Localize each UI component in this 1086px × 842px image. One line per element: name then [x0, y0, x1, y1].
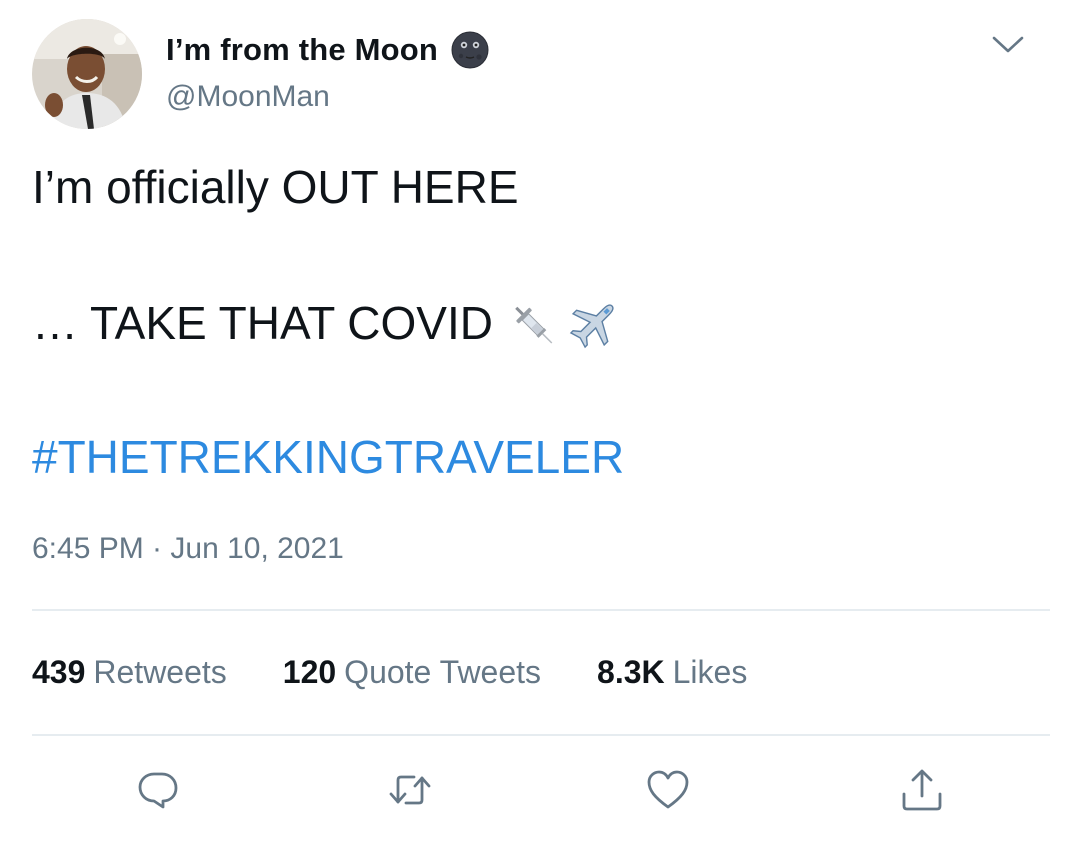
display-name[interactable]: I’m from the Moon: [166, 32, 438, 68]
tweet-detail: I’m from the Moon @MoonMan I’m officiall…: [0, 0, 1086, 842]
like-icon[interactable]: [644, 766, 692, 814]
author-name-row[interactable]: I’m from the Moon: [166, 28, 490, 72]
tweet-text-line-2-text: … TAKE THAT COVID: [32, 297, 493, 349]
likes-stat[interactable]: 8.3K Likes: [597, 654, 747, 691]
likes-count: 8.3K: [597, 654, 665, 690]
retweets-count: 439: [32, 654, 86, 690]
quotes-count: 120: [282, 654, 337, 690]
retweet-icon[interactable]: [386, 766, 434, 814]
quote-tweets-stat[interactable]: 120 Quote Tweets: [283, 654, 541, 691]
tweet-text-line-2: … TAKE THAT COVID: [32, 295, 623, 351]
chevron-down-icon[interactable]: [988, 30, 1028, 60]
quotes-label: Quote Tweets: [344, 654, 542, 690]
divider: [32, 734, 1050, 736]
divider: [32, 609, 1050, 611]
engagement-stats: 439 Retweets 120 Quote Tweets 8.3K Likes: [32, 654, 803, 691]
reply-icon[interactable]: [134, 766, 182, 814]
syringe-icon: [515, 306, 553, 344]
share-icon[interactable]: [898, 766, 946, 814]
avatar[interactable]: [32, 19, 142, 129]
hashtag-link[interactable]: #THETREKKINGTRAVELER: [32, 430, 624, 484]
author-handle[interactable]: @MoonMan: [166, 80, 330, 114]
new-moon-face-icon: [451, 31, 489, 69]
airplane-icon: [569, 304, 614, 349]
likes-label: Likes: [672, 654, 748, 690]
retweets-label: Retweets: [93, 654, 227, 690]
retweets-stat[interactable]: 439 Retweets: [32, 654, 227, 691]
tweet-timestamp[interactable]: 6:45 PM · Jun 10, 2021: [32, 532, 344, 566]
tweet-text-line-1: I’m officially OUT HERE: [32, 161, 519, 213]
